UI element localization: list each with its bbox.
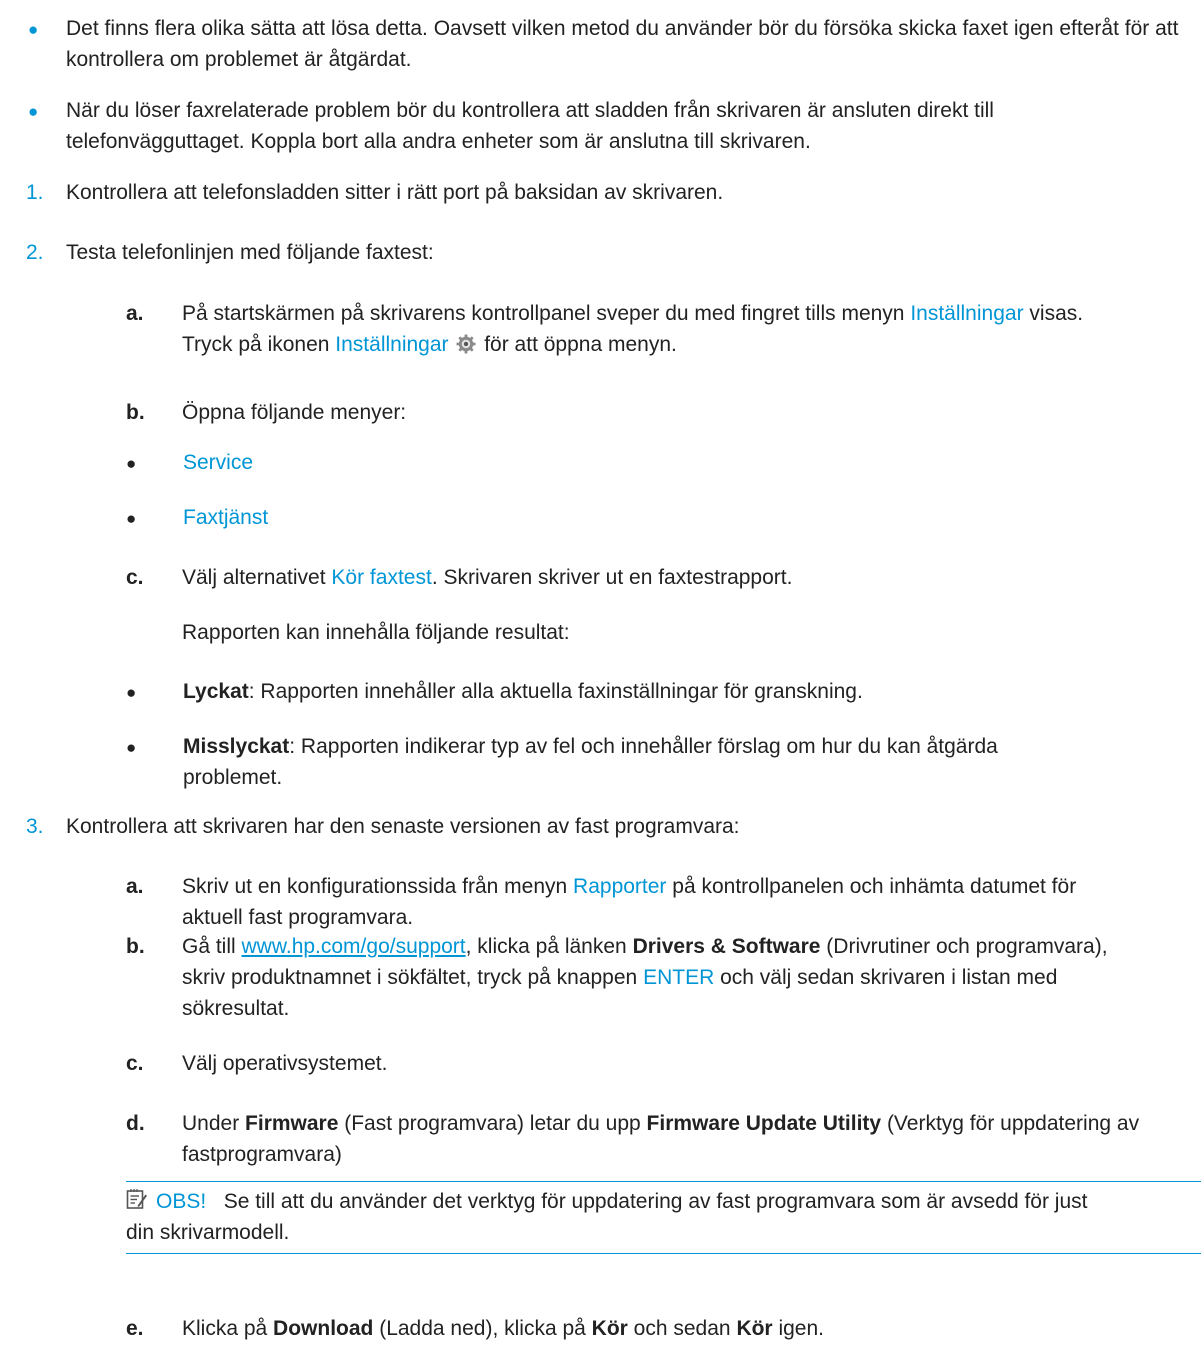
substep-letter: c. <box>126 1052 144 1075</box>
note-box: OBS! Se till att du använder det verktyg… <box>126 1181 1201 1254</box>
results-intro: Rapporten kan innehålla följande resulta… <box>182 621 570 644</box>
support-url-link[interactable]: www.hp.com/go/support <box>242 935 466 958</box>
note-text: OBS! Se till att du använder det verktyg… <box>126 1190 1088 1244</box>
settings-gear-icon <box>456 332 476 354</box>
reports-menu-link[interactable]: Rapporter <box>573 875 666 898</box>
result-success: Lyckat: Rapporten innehåller alla aktuel… <box>183 680 863 703</box>
bullet-icon: ● <box>28 20 39 39</box>
settings-menu-link[interactable]: Inställningar <box>910 302 1023 325</box>
menu-item-service[interactable]: Service <box>183 447 253 478</box>
bullet-icon: ● <box>126 454 137 473</box>
note-icon <box>126 1188 148 1210</box>
enter-button-link[interactable]: ENTER <box>643 966 714 989</box>
substep-letter: b. <box>126 935 145 958</box>
substep-letter: b. <box>126 401 145 424</box>
settings-icon-link[interactable]: Inställningar <box>335 333 448 356</box>
step-2-text: Testa telefonlinjen med följande faxtest… <box>66 241 434 264</box>
substep-2b-text: Öppna följande menyer: <box>182 401 407 424</box>
result-failure: Misslyckat: Rapporten indikerar typ av f… <box>183 735 998 789</box>
substep-3d-text: Under Firmware (Fast programvara) letar … <box>182 1112 1140 1166</box>
bullet-icon: ● <box>28 102 39 121</box>
substep-3e-text: Klicka på Download (Ladda ned), klicka p… <box>182 1317 824 1340</box>
note-label: OBS! <box>156 1190 207 1213</box>
run-fax-test-link[interactable]: Kör faxtest <box>331 566 431 589</box>
substep-3b-text: Gå till www.hp.com/go/support, klicka på… <box>182 935 1108 1020</box>
menu-item-faxtjanst[interactable]: Faxtjänst <box>183 502 268 533</box>
intro-paragraph-2: När du löser faxrelaterade problem bör d… <box>66 99 994 153</box>
intro-paragraph-1: Det finns flera olika sätta att lösa det… <box>66 17 1179 71</box>
step-number: 3. <box>26 815 44 838</box>
step-number: 1. <box>26 181 44 204</box>
bullet-icon: ● <box>126 683 137 702</box>
substep-letter: c. <box>126 566 144 589</box>
substep-3c-text: Välj operativsystemet. <box>182 1052 388 1075</box>
substep-letter: a. <box>126 875 144 898</box>
substep-letter: d. <box>126 1112 145 1135</box>
bullet-icon: ● <box>126 509 137 528</box>
substep-letter: e. <box>126 1317 144 1340</box>
step-1-text: Kontrollera att telefonsladden sitter i … <box>66 181 724 204</box>
bullet-icon: ● <box>126 738 137 757</box>
substep-3a-text: Skriv ut en konfigurationssida från meny… <box>182 875 1077 929</box>
substep-2a-text: På startskärmen på skrivarens kontrollpa… <box>182 302 1084 356</box>
step-number: 2. <box>26 241 44 264</box>
step-3-text: Kontrollera att skrivaren har den senast… <box>66 815 740 838</box>
substep-2c-text: Välj alternativet Kör faxtest. Skrivaren… <box>182 566 793 589</box>
substep-letter: a. <box>126 302 144 325</box>
